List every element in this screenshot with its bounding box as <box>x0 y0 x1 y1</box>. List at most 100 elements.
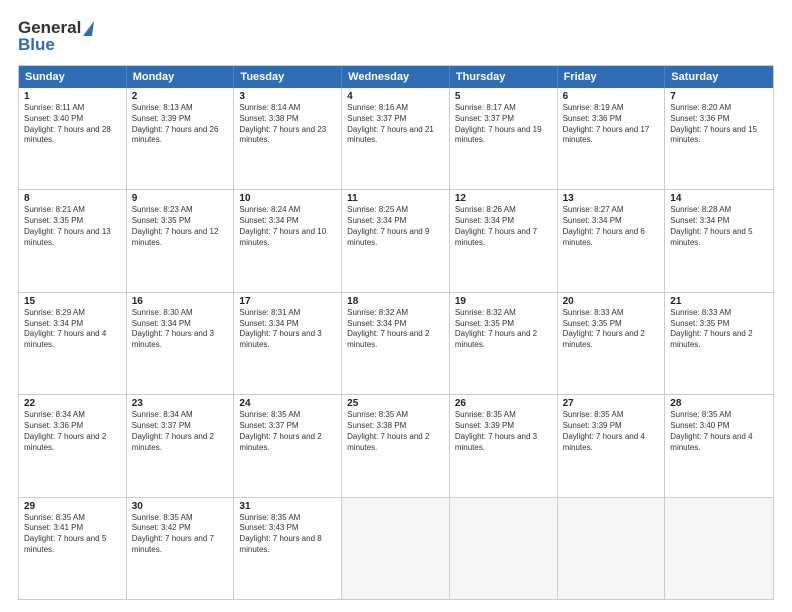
day-number: 7 <box>670 91 768 102</box>
calendar-cell: 20Sunrise: 8:33 AM Sunset: 3:35 PM Dayli… <box>558 293 666 394</box>
header-day-tuesday: Tuesday <box>234 66 342 88</box>
cell-info: Sunrise: 8:32 AM Sunset: 3:35 PM Dayligh… <box>455 308 552 351</box>
calendar-cell: 29Sunrise: 8:35 AM Sunset: 3:41 PM Dayli… <box>19 498 127 599</box>
calendar-row: 22Sunrise: 8:34 AM Sunset: 3:36 PM Dayli… <box>19 394 773 496</box>
cell-info: Sunrise: 8:35 AM Sunset: 3:42 PM Dayligh… <box>132 513 229 556</box>
calendar-cell: 8Sunrise: 8:21 AM Sunset: 3:35 PM Daylig… <box>19 190 127 291</box>
cell-info: Sunrise: 8:24 AM Sunset: 3:34 PM Dayligh… <box>239 205 336 248</box>
header-day-friday: Friday <box>558 66 666 88</box>
calendar-row: 29Sunrise: 8:35 AM Sunset: 3:41 PM Dayli… <box>19 497 773 599</box>
calendar-cell: 7Sunrise: 8:20 AM Sunset: 3:36 PM Daylig… <box>665 88 773 189</box>
cell-info: Sunrise: 8:14 AM Sunset: 3:38 PM Dayligh… <box>239 103 336 146</box>
day-number: 15 <box>24 296 121 307</box>
day-number: 9 <box>132 193 229 204</box>
cell-info: Sunrise: 8:13 AM Sunset: 3:39 PM Dayligh… <box>132 103 229 146</box>
cell-info: Sunrise: 8:30 AM Sunset: 3:34 PM Dayligh… <box>132 308 229 351</box>
calendar: SundayMondayTuesdayWednesdayThursdayFrid… <box>18 65 774 600</box>
cell-info: Sunrise: 8:20 AM Sunset: 3:36 PM Dayligh… <box>670 103 768 146</box>
day-number: 2 <box>132 91 229 102</box>
day-number: 3 <box>239 91 336 102</box>
day-number: 6 <box>563 91 660 102</box>
calendar-page: General Blue SundayMondayTuesdayWednesda… <box>0 0 792 612</box>
cell-info: Sunrise: 8:27 AM Sunset: 3:34 PM Dayligh… <box>563 205 660 248</box>
calendar-cell: 15Sunrise: 8:29 AM Sunset: 3:34 PM Dayli… <box>19 293 127 394</box>
day-number: 19 <box>455 296 552 307</box>
calendar-cell: 1Sunrise: 8:11 AM Sunset: 3:40 PM Daylig… <box>19 88 127 189</box>
calendar-cell: 19Sunrise: 8:32 AM Sunset: 3:35 PM Dayli… <box>450 293 558 394</box>
calendar-cell: 22Sunrise: 8:34 AM Sunset: 3:36 PM Dayli… <box>19 395 127 496</box>
cell-info: Sunrise: 8:35 AM Sunset: 3:38 PM Dayligh… <box>347 410 444 453</box>
calendar-cell <box>665 498 773 599</box>
header-day-saturday: Saturday <box>665 66 773 88</box>
day-number: 10 <box>239 193 336 204</box>
day-number: 20 <box>563 296 660 307</box>
calendar-row: 1Sunrise: 8:11 AM Sunset: 3:40 PM Daylig… <box>19 88 773 189</box>
calendar-cell <box>558 498 666 599</box>
calendar-cell: 23Sunrise: 8:34 AM Sunset: 3:37 PM Dayli… <box>127 395 235 496</box>
calendar-cell <box>342 498 450 599</box>
calendar-row: 8Sunrise: 8:21 AM Sunset: 3:35 PM Daylig… <box>19 189 773 291</box>
day-number: 11 <box>347 193 444 204</box>
cell-info: Sunrise: 8:29 AM Sunset: 3:34 PM Dayligh… <box>24 308 121 351</box>
day-number: 21 <box>670 296 768 307</box>
cell-info: Sunrise: 8:31 AM Sunset: 3:34 PM Dayligh… <box>239 308 336 351</box>
day-number: 8 <box>24 193 121 204</box>
calendar-cell: 14Sunrise: 8:28 AM Sunset: 3:34 PM Dayli… <box>665 190 773 291</box>
calendar-cell: 16Sunrise: 8:30 AM Sunset: 3:34 PM Dayli… <box>127 293 235 394</box>
cell-info: Sunrise: 8:17 AM Sunset: 3:37 PM Dayligh… <box>455 103 552 146</box>
cell-info: Sunrise: 8:16 AM Sunset: 3:37 PM Dayligh… <box>347 103 444 146</box>
calendar-cell: 18Sunrise: 8:32 AM Sunset: 3:34 PM Dayli… <box>342 293 450 394</box>
cell-info: Sunrise: 8:34 AM Sunset: 3:37 PM Dayligh… <box>132 410 229 453</box>
calendar-header: SundayMondayTuesdayWednesdayThursdayFrid… <box>19 66 773 88</box>
calendar-cell: 30Sunrise: 8:35 AM Sunset: 3:42 PM Dayli… <box>127 498 235 599</box>
logo-arrow-icon <box>83 21 94 36</box>
calendar-cell: 6Sunrise: 8:19 AM Sunset: 3:36 PM Daylig… <box>558 88 666 189</box>
calendar-cell: 21Sunrise: 8:33 AM Sunset: 3:35 PM Dayli… <box>665 293 773 394</box>
cell-info: Sunrise: 8:35 AM Sunset: 3:39 PM Dayligh… <box>455 410 552 453</box>
day-number: 16 <box>132 296 229 307</box>
cell-info: Sunrise: 8:35 AM Sunset: 3:43 PM Dayligh… <box>239 513 336 556</box>
calendar-cell: 26Sunrise: 8:35 AM Sunset: 3:39 PM Dayli… <box>450 395 558 496</box>
day-number: 28 <box>670 398 768 409</box>
day-number: 13 <box>563 193 660 204</box>
calendar-cell: 17Sunrise: 8:31 AM Sunset: 3:34 PM Dayli… <box>234 293 342 394</box>
day-number: 5 <box>455 91 552 102</box>
day-number: 18 <box>347 296 444 307</box>
day-number: 31 <box>239 501 336 512</box>
cell-info: Sunrise: 8:25 AM Sunset: 3:34 PM Dayligh… <box>347 205 444 248</box>
cell-info: Sunrise: 8:35 AM Sunset: 3:39 PM Dayligh… <box>563 410 660 453</box>
calendar-cell: 31Sunrise: 8:35 AM Sunset: 3:43 PM Dayli… <box>234 498 342 599</box>
day-number: 29 <box>24 501 121 512</box>
calendar-cell: 5Sunrise: 8:17 AM Sunset: 3:37 PM Daylig… <box>450 88 558 189</box>
cell-info: Sunrise: 8:11 AM Sunset: 3:40 PM Dayligh… <box>24 103 121 146</box>
cell-info: Sunrise: 8:21 AM Sunset: 3:35 PM Dayligh… <box>24 205 121 248</box>
cell-info: Sunrise: 8:32 AM Sunset: 3:34 PM Dayligh… <box>347 308 444 351</box>
header-day-sunday: Sunday <box>19 66 127 88</box>
cell-info: Sunrise: 8:19 AM Sunset: 3:36 PM Dayligh… <box>563 103 660 146</box>
calendar-cell: 11Sunrise: 8:25 AM Sunset: 3:34 PM Dayli… <box>342 190 450 291</box>
day-number: 12 <box>455 193 552 204</box>
day-number: 14 <box>670 193 768 204</box>
header: General Blue <box>18 18 774 55</box>
cell-info: Sunrise: 8:33 AM Sunset: 3:35 PM Dayligh… <box>563 308 660 351</box>
calendar-cell: 12Sunrise: 8:26 AM Sunset: 3:34 PM Dayli… <box>450 190 558 291</box>
day-number: 1 <box>24 91 121 102</box>
day-number: 30 <box>132 501 229 512</box>
calendar-cell: 28Sunrise: 8:35 AM Sunset: 3:40 PM Dayli… <box>665 395 773 496</box>
cell-info: Sunrise: 8:26 AM Sunset: 3:34 PM Dayligh… <box>455 205 552 248</box>
calendar-cell: 9Sunrise: 8:23 AM Sunset: 3:35 PM Daylig… <box>127 190 235 291</box>
logo-blue: Blue <box>18 35 55 55</box>
calendar-cell: 4Sunrise: 8:16 AM Sunset: 3:37 PM Daylig… <box>342 88 450 189</box>
day-number: 25 <box>347 398 444 409</box>
day-number: 26 <box>455 398 552 409</box>
calendar-cell: 10Sunrise: 8:24 AM Sunset: 3:34 PM Dayli… <box>234 190 342 291</box>
day-number: 27 <box>563 398 660 409</box>
logo: General Blue <box>18 18 93 55</box>
day-number: 4 <box>347 91 444 102</box>
calendar-row: 15Sunrise: 8:29 AM Sunset: 3:34 PM Dayli… <box>19 292 773 394</box>
calendar-cell: 25Sunrise: 8:35 AM Sunset: 3:38 PM Dayli… <box>342 395 450 496</box>
header-day-wednesday: Wednesday <box>342 66 450 88</box>
cell-info: Sunrise: 8:33 AM Sunset: 3:35 PM Dayligh… <box>670 308 768 351</box>
cell-info: Sunrise: 8:35 AM Sunset: 3:40 PM Dayligh… <box>670 410 768 453</box>
calendar-cell: 24Sunrise: 8:35 AM Sunset: 3:37 PM Dayli… <box>234 395 342 496</box>
